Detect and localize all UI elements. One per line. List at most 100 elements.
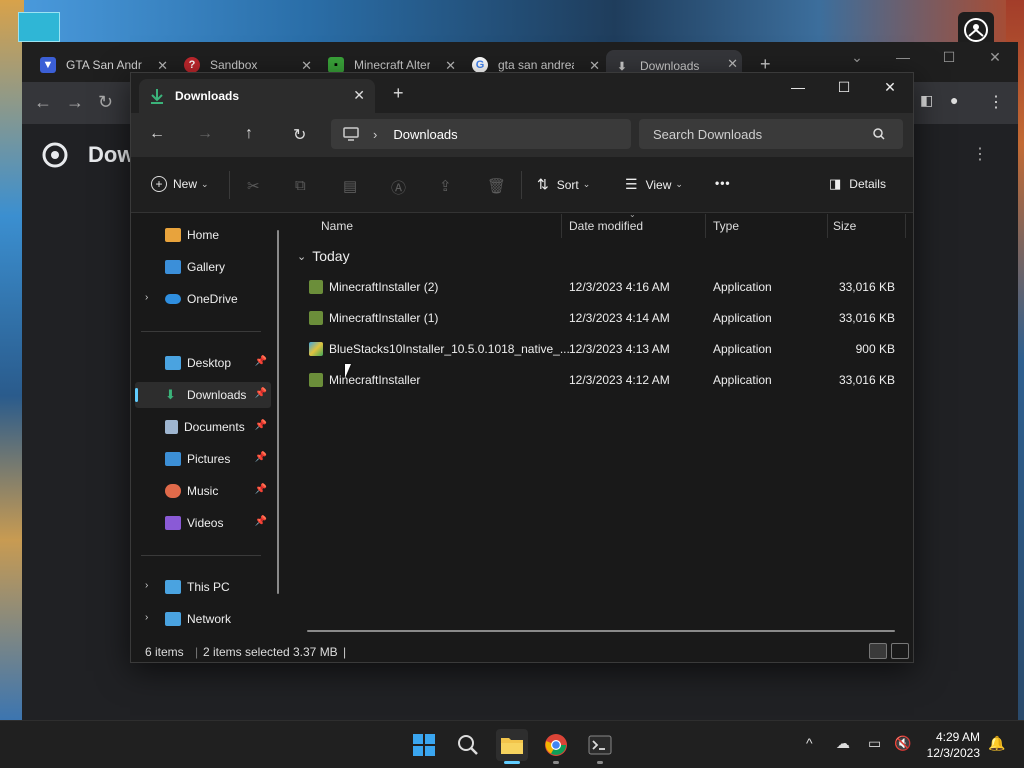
maximize-icon[interactable]: ☐ <box>926 44 972 70</box>
more-icon[interactable]: ⋮ <box>972 144 988 164</box>
minimize-icon[interactable]: — <box>775 73 821 101</box>
pin-icon[interactable]: 📌 <box>255 484 267 495</box>
nav-item-pictures[interactable]: Pictures 📌 <box>135 446 271 472</box>
breadcrumb-item[interactable]: Downloads <box>393 127 457 142</box>
close-icon[interactable]: ✕ <box>972 44 1018 70</box>
nav-item-videos[interactable]: Videos 📌 <box>135 510 271 536</box>
nav-item-desktop[interactable]: Desktop 📌 <box>135 350 271 376</box>
menu-icon[interactable]: ⋮ <box>988 92 1004 112</box>
mouse-cursor <box>345 364 357 378</box>
pin-icon[interactable]: 📌 <box>255 420 267 431</box>
details-button-label: Details <box>849 177 886 191</box>
nav-item-this-pc[interactable]: › This PC <box>135 574 271 600</box>
column-divider[interactable] <box>827 214 828 238</box>
column-divider[interactable] <box>705 214 706 238</box>
breadcrumb[interactable]: › Downloads <box>331 119 631 149</box>
nav-item-music[interactable]: Music 📌 <box>135 478 271 504</box>
reload-icon[interactable]: ↻ <box>98 92 113 113</box>
details-button[interactable]: ◨ Details <box>829 176 886 192</box>
column-divider[interactable] <box>905 214 906 238</box>
minimize-icon[interactable]: — <box>880 44 926 70</box>
details-view-button[interactable] <box>869 643 887 659</box>
clock[interactable]: 4:29 AM 12/3/2023 <box>927 729 980 761</box>
more-options-button[interactable]: ••• <box>715 176 731 190</box>
file-size: 900 KB <box>855 342 895 356</box>
copy-icon[interactable]: ⧉ <box>295 177 306 194</box>
view-button[interactable]: ☰ View ⌄ <box>625 176 683 193</box>
file-type: Application <box>713 280 772 294</box>
table-row[interactable]: BlueStacks10Installer_10.5.0.1018_native… <box>297 336 901 362</box>
pin-icon[interactable]: 📌 <box>255 388 267 399</box>
desktop-icon[interactable] <box>18 12 60 42</box>
desktop-icon <box>165 356 181 370</box>
chrome-taskbar-button[interactable] <box>540 729 572 764</box>
share-icon[interactable]: ⇪ <box>439 177 452 195</box>
up-icon[interactable]: ↑ <box>245 125 253 143</box>
forward-icon[interactable]: → <box>197 125 213 143</box>
file-explorer-taskbar-button[interactable] <box>496 729 528 764</box>
nav-item-downloads[interactable]: ⬇ Downloads 📌 <box>135 382 271 408</box>
explorer-tab[interactable]: Downloads ✕ <box>139 79 375 113</box>
nav-item-network[interactable]: › Network <box>135 606 271 632</box>
status-bar: 6 items | 2 items selected 3.37 MB | <box>131 639 913 663</box>
terminal-taskbar-button[interactable] <box>584 729 616 764</box>
close-icon[interactable]: ✕ <box>727 56 738 72</box>
pin-icon[interactable]: 📌 <box>255 516 267 527</box>
nav-item-onedrive[interactable]: › OneDrive <box>135 286 271 312</box>
plus-icon: + <box>151 176 167 192</box>
clock-time: 4:29 AM <box>935 730 980 744</box>
delete-icon[interactable]: 🗑 <box>487 177 506 195</box>
search-button[interactable] <box>452 729 484 761</box>
pin-icon[interactable]: 📌 <box>255 452 267 463</box>
column-header-size[interactable]: Size <box>833 219 856 233</box>
pin-icon[interactable]: 📌 <box>255 356 267 367</box>
horizontal-scrollbar[interactable] <box>307 630 895 632</box>
table-row[interactable]: MinecraftInstaller (1) 12/3/2023 4:14 AM… <box>297 305 901 331</box>
question-icon: ? <box>184 57 200 73</box>
chevron-right-icon[interactable]: › <box>145 292 148 303</box>
nav-item-gallery[interactable]: Gallery <box>135 254 271 280</box>
forward-icon[interactable]: → <box>66 92 84 113</box>
column-header-type[interactable]: Type <box>713 219 739 233</box>
chevron-up-icon[interactable]: ^ <box>806 735 813 751</box>
column-divider[interactable] <box>561 214 562 238</box>
download-icon: ⬇ <box>165 387 176 402</box>
chevron-down-icon[interactable]: ⌄ <box>834 44 880 70</box>
cut-icon[interactable]: ✂ <box>247 177 260 195</box>
tiles-view-button[interactable] <box>891 643 909 659</box>
close-icon[interactable]: ✕ <box>353 87 365 104</box>
network-icon[interactable]: ▭ <box>868 735 881 752</box>
chevron-right-icon[interactable]: › <box>145 580 148 591</box>
new-tab-icon[interactable]: + <box>393 83 404 104</box>
search-input[interactable] <box>653 126 863 142</box>
nav-item-documents[interactable]: Documents 📌 <box>135 414 271 440</box>
paste-icon[interactable]: ▤ <box>343 177 357 195</box>
profile-icon[interactable]: ● <box>950 92 958 108</box>
column-header-name[interactable]: Name <box>321 219 353 233</box>
file-size: 33,016 KB <box>838 373 895 387</box>
close-icon[interactable]: ✕ <box>867 73 913 101</box>
rename-icon[interactable]: Ⓐ <box>391 177 406 198</box>
onedrive-icon[interactable]: ☁ <box>836 735 850 752</box>
sort-button[interactable]: ⇅ Sort ⌄ <box>537 176 590 193</box>
column-header-date[interactable]: Date modified <box>569 219 643 233</box>
chevron-right-icon[interactable]: › <box>145 612 148 623</box>
notification-bell-icon[interactable]: 🔔 <box>988 735 1005 752</box>
maximize-icon[interactable]: ☐ <box>821 73 867 101</box>
nav-item-home[interactable]: Home <box>135 222 271 248</box>
chevron-down-icon: ⌄ <box>201 178 209 189</box>
file-type: Application <box>713 311 772 325</box>
scrollbar[interactable] <box>277 230 279 594</box>
search-field[interactable] <box>639 119 903 149</box>
table-row[interactable]: MinecraftInstaller 12/3/2023 4:12 AM App… <box>297 367 901 393</box>
new-button[interactable]: + New ⌄ <box>151 176 209 192</box>
volume-muted-icon[interactable]: 🔇 <box>894 735 911 752</box>
refresh-icon[interactable]: ↻ <box>293 125 306 145</box>
side-panel-icon[interactable]: ◧ <box>920 92 933 109</box>
start-button[interactable] <box>408 729 440 761</box>
group-header[interactable]: ⌄ Today <box>297 248 350 264</box>
back-icon[interactable]: ← <box>149 125 165 143</box>
nav-item-label: Music <box>187 484 219 498</box>
table-row[interactable]: MinecraftInstaller (2) 12/3/2023 4:16 AM… <box>297 274 901 300</box>
back-icon[interactable]: ← <box>34 92 52 113</box>
